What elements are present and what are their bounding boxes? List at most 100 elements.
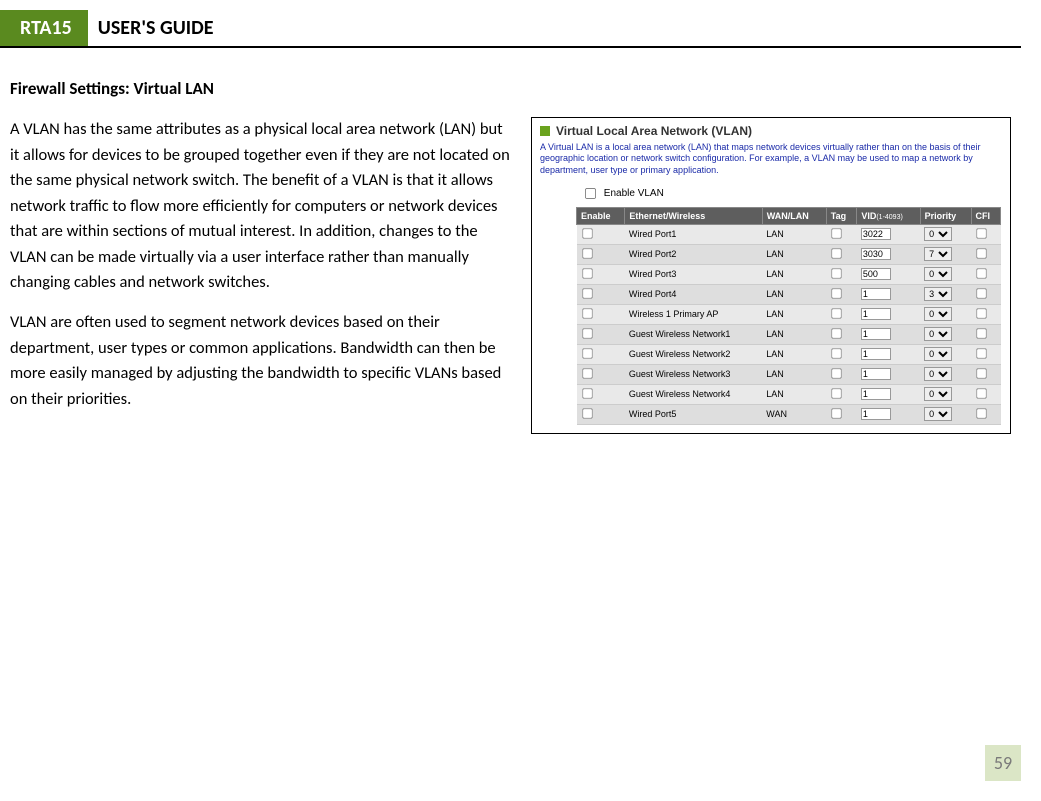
row-priority-select[interactable]: 0 [924, 387, 952, 401]
th-cfi: CFI [971, 207, 1001, 224]
enable-vlan-label: Enable VLAN [604, 188, 664, 199]
row-cfi-checkbox[interactable] [976, 248, 986, 258]
table-row: Wired Port4LAN 3 [577, 284, 1001, 304]
row-tag-checkbox[interactable] [832, 228, 842, 238]
row-wanlan: LAN [762, 284, 826, 304]
th-priority: Priority [920, 207, 971, 224]
row-enable-checkbox[interactable] [582, 408, 592, 418]
product-badge: RTA15 [0, 10, 88, 46]
row-cfi-checkbox[interactable] [976, 408, 986, 418]
row-name: Wireless 1 Primary AP [625, 304, 762, 324]
table-row: Wired Port5WAN 0 [577, 404, 1001, 424]
figure-description: A Virtual LAN is a local area network (L… [540, 142, 1002, 176]
row-cfi-checkbox[interactable] [976, 308, 986, 318]
row-tag-checkbox[interactable] [832, 348, 842, 358]
row-priority-select[interactable]: 0 [924, 327, 952, 341]
row-enable-checkbox[interactable] [582, 268, 592, 278]
row-wanlan: LAN [762, 224, 826, 244]
th-vid: VID(1-4093) [857, 207, 920, 224]
table-row: Wireless 1 Primary APLAN 0 [577, 304, 1001, 324]
row-wanlan: LAN [762, 244, 826, 264]
th-enable: Enable [577, 207, 625, 224]
row-enable-checkbox[interactable] [582, 368, 592, 378]
row-tag-checkbox[interactable] [832, 408, 842, 418]
enable-vlan-checkbox[interactable] [585, 188, 596, 199]
row-name: Wired Port2 [625, 244, 762, 264]
table-row: Wired Port2LAN 7 [577, 244, 1001, 264]
row-vid-input[interactable] [861, 408, 891, 420]
row-wanlan: LAN [762, 364, 826, 384]
row-cfi-checkbox[interactable] [976, 268, 986, 278]
row-tag-checkbox[interactable] [832, 328, 842, 338]
row-priority-select[interactable]: 0 [924, 307, 952, 321]
row-wanlan: LAN [762, 384, 826, 404]
row-name: Guest Wireless Network4 [625, 384, 762, 404]
row-enable-checkbox[interactable] [582, 248, 592, 258]
row-vid-input[interactable] [861, 248, 891, 260]
section-heading: Firewall Settings: Virtual LAN [10, 78, 1011, 99]
row-enable-checkbox[interactable] [582, 388, 592, 398]
table-row: Guest Wireless Network1LAN 0 [577, 324, 1001, 344]
row-wanlan: LAN [762, 264, 826, 284]
row-enable-checkbox[interactable] [582, 228, 592, 238]
row-name: Wired Port3 [625, 264, 762, 284]
table-row: Guest Wireless Network4LAN 0 [577, 384, 1001, 404]
row-enable-checkbox[interactable] [582, 328, 592, 338]
page-number: 59 [985, 745, 1021, 781]
guide-title: USER'S GUIDE [88, 10, 214, 46]
vlan-screenshot-figure: Virtual Local Area Network (VLAN) A Virt… [531, 117, 1011, 434]
row-priority-select[interactable]: 3 [924, 287, 952, 301]
green-square-icon [540, 126, 550, 136]
th-eth: Ethernet/Wireless [625, 207, 762, 224]
row-cfi-checkbox[interactable] [976, 228, 986, 238]
enable-vlan-row: Enable VLAN [540, 182, 1002, 207]
row-vid-input[interactable] [861, 368, 891, 380]
row-vid-input[interactable] [861, 228, 891, 240]
row-name: Guest Wireless Network2 [625, 344, 762, 364]
row-cfi-checkbox[interactable] [976, 288, 986, 298]
row-enable-checkbox[interactable] [582, 348, 592, 358]
row-tag-checkbox[interactable] [832, 288, 842, 298]
page-header: RTA15 USER'S GUIDE [0, 10, 1021, 48]
row-name: Wired Port4 [625, 284, 762, 304]
row-tag-checkbox[interactable] [832, 368, 842, 378]
row-priority-select[interactable]: 7 [924, 247, 952, 261]
row-priority-select[interactable]: 0 [924, 367, 952, 381]
row-cfi-checkbox[interactable] [976, 388, 986, 398]
row-cfi-checkbox[interactable] [976, 348, 986, 358]
row-enable-checkbox[interactable] [582, 288, 592, 298]
row-name: Guest Wireless Network1 [625, 324, 762, 344]
row-name: Wired Port1 [625, 224, 762, 244]
vlan-table: Enable Ethernet/Wireless WAN/LAN Tag VID… [576, 207, 1001, 425]
row-priority-select[interactable]: 0 [924, 407, 952, 421]
row-name: Guest Wireless Network3 [625, 364, 762, 384]
row-priority-select[interactable]: 0 [924, 267, 952, 281]
row-priority-select[interactable]: 0 [924, 347, 952, 361]
row-vid-input[interactable] [861, 288, 891, 300]
row-wanlan: LAN [762, 304, 826, 324]
row-tag-checkbox[interactable] [832, 388, 842, 398]
row-vid-input[interactable] [861, 348, 891, 360]
table-row: Wired Port1LAN 0 [577, 224, 1001, 244]
row-cfi-checkbox[interactable] [976, 328, 986, 338]
th-tag: Tag [826, 207, 857, 224]
row-enable-checkbox[interactable] [582, 308, 592, 318]
row-vid-input[interactable] [861, 268, 891, 280]
row-vid-input[interactable] [861, 388, 891, 400]
row-wanlan: LAN [762, 324, 826, 344]
table-row: Wired Port3LAN 0 [577, 264, 1001, 284]
row-tag-checkbox[interactable] [832, 268, 842, 278]
table-row: Guest Wireless Network3LAN 0 [577, 364, 1001, 384]
row-vid-input[interactable] [861, 328, 891, 340]
row-vid-input[interactable] [861, 308, 891, 320]
row-priority-select[interactable]: 0 [924, 227, 952, 241]
row-tag-checkbox[interactable] [832, 248, 842, 258]
row-tag-checkbox[interactable] [832, 308, 842, 318]
row-wanlan: LAN [762, 344, 826, 364]
page-content: Firewall Settings: Virtual LAN Virtual L… [0, 48, 1041, 442]
table-row: Guest Wireless Network2LAN 0 [577, 344, 1001, 364]
row-name: Wired Port5 [625, 404, 762, 424]
row-cfi-checkbox[interactable] [976, 368, 986, 378]
row-wanlan: WAN [762, 404, 826, 424]
figure-title: Virtual Local Area Network (VLAN) [556, 124, 752, 138]
